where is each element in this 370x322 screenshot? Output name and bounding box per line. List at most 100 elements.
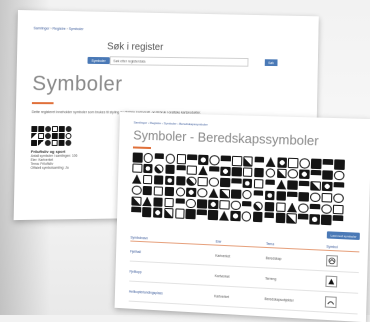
emergency-symbol-icon[interactable] (187, 165, 197, 176)
emergency-symbol-icon[interactable] (185, 209, 196, 220)
emergency-symbol-icon[interactable] (309, 214, 320, 225)
emergency-symbol-icon[interactable] (287, 168, 299, 180)
emergency-symbol-icon[interactable] (209, 155, 220, 166)
emergency-symbol-icon[interactable] (264, 179, 276, 190)
emergency-symbol-icon[interactable] (334, 159, 345, 170)
emergency-symbol-icon[interactable] (309, 203, 321, 214)
emergency-symbol-icon[interactable] (287, 180, 298, 191)
emergency-symbol-icon[interactable] (174, 208, 185, 219)
emergency-symbol-icon[interactable] (242, 167, 253, 178)
emergency-symbol-icon[interactable] (143, 152, 154, 163)
emergency-symbol-icon[interactable] (253, 189, 264, 200)
emergency-symbol-icon[interactable] (208, 177, 219, 188)
emergency-symbol-icon[interactable] (186, 187, 197, 198)
emergency-symbol-icon[interactable] (164, 175, 175, 186)
emergency-symbol-icon[interactable] (332, 204, 344, 215)
emergency-symbol-icon[interactable] (207, 210, 218, 221)
emergency-symbol-icon[interactable] (220, 155, 231, 166)
emergency-symbol-icon[interactable] (254, 156, 265, 167)
emergency-symbol-icon[interactable] (321, 203, 332, 214)
emergency-symbol-icon[interactable] (231, 177, 242, 189)
search-input[interactable]: Søk etter registerdata (109, 56, 249, 67)
emergency-symbol-icon[interactable] (132, 174, 142, 184)
emergency-symbol-icon[interactable] (333, 181, 344, 192)
search-filter-button[interactable]: Symboler (87, 56, 110, 65)
emergency-symbol-icon[interactable] (241, 200, 252, 211)
emergency-symbol-icon[interactable] (298, 214, 309, 225)
emergency-symbol-icon[interactable] (163, 208, 174, 219)
emergency-symbol-icon[interactable] (332, 215, 343, 226)
emergency-symbol-icon[interactable] (299, 180, 310, 191)
emergency-symbol-icon[interactable] (311, 158, 322, 169)
emergency-symbol-icon[interactable] (219, 199, 230, 210)
emergency-symbol-icon[interactable] (152, 207, 163, 218)
emergency-symbol-icon[interactable] (265, 168, 276, 179)
emergency-symbol-icon[interactable] (186, 176, 197, 187)
emergency-symbol-icon[interactable] (176, 164, 186, 175)
emergency-symbol-icon[interactable] (197, 176, 208, 187)
emergency-symbol-icon[interactable] (131, 196, 142, 206)
emergency-symbol-icon[interactable] (275, 213, 286, 224)
emergency-symbol-icon[interactable] (154, 153, 165, 164)
emergency-symbol-icon[interactable] (241, 211, 252, 222)
emergency-symbol-icon[interactable] (310, 180, 321, 192)
emergency-symbol-icon[interactable] (197, 198, 208, 209)
emergency-symbol-icon[interactable] (321, 192, 332, 203)
emergency-symbol-icon[interactable] (197, 187, 208, 198)
emergency-symbol-icon[interactable] (175, 197, 185, 208)
emergency-symbol-icon[interactable] (286, 213, 297, 224)
emergency-symbol-icon[interactable] (253, 201, 264, 212)
breadcrumb-item[interactable]: Samlinger (33, 26, 49, 30)
emergency-symbol-icon[interactable] (230, 200, 241, 211)
emergency-symbol-icon[interactable] (298, 191, 309, 202)
emergency-symbol-icon[interactable] (253, 178, 264, 189)
emergency-symbol-icon[interactable] (154, 164, 164, 175)
emergency-symbol-icon[interactable] (131, 206, 141, 217)
breadcrumb-item[interactable]: Registre (52, 27, 65, 31)
emergency-symbol-icon[interactable] (231, 166, 242, 177)
emergency-symbol-icon[interactable] (230, 211, 241, 222)
emergency-symbol-icon[interactable] (198, 166, 208, 176)
emergency-symbol-icon[interactable] (176, 153, 187, 164)
emergency-symbol-icon[interactable] (187, 154, 198, 165)
emergency-symbol-icon[interactable] (298, 202, 309, 214)
emergency-symbol-icon[interactable] (220, 177, 231, 188)
emergency-symbol-icon[interactable] (196, 209, 207, 220)
emergency-symbol-icon[interactable] (219, 188, 230, 199)
emergency-symbol-icon[interactable] (287, 191, 298, 202)
emergency-symbol-icon[interactable] (142, 185, 153, 196)
emergency-symbol-icon[interactable] (131, 185, 142, 196)
emergency-symbol-icon[interactable] (153, 175, 164, 185)
emergency-symbol-icon[interactable] (165, 153, 176, 164)
emergency-symbol-icon[interactable] (142, 174, 153, 185)
emergency-symbol-icon[interactable] (165, 164, 175, 175)
collection-card[interactable]: Friluftsliv og sport Antall symboler i s… (31, 126, 91, 170)
emergency-symbol-icon[interactable] (275, 190, 287, 201)
emergency-symbol-icon[interactable] (186, 198, 197, 209)
search-button[interactable]: Søk (264, 59, 278, 67)
emergency-symbol-icon[interactable] (243, 156, 254, 167)
emergency-symbol-icon[interactable] (276, 157, 288, 168)
emergency-symbol-icon[interactable] (153, 196, 163, 207)
symbol-name-link[interactable]: Helikopterlandingsplass (128, 281, 215, 306)
emergency-symbol-icon[interactable] (276, 180, 286, 190)
emergency-symbol-icon[interactable] (242, 189, 253, 200)
emergency-symbol-icon[interactable] (132, 163, 143, 174)
emergency-symbol-icon[interactable] (231, 155, 242, 166)
emergency-symbol-icon[interactable] (242, 178, 253, 189)
emergency-symbol-icon[interactable] (220, 166, 231, 177)
emergency-symbol-icon[interactable] (141, 207, 152, 218)
emergency-symbol-icon[interactable] (264, 190, 275, 201)
emergency-symbol-icon[interactable] (333, 193, 344, 204)
emergency-symbol-icon[interactable] (252, 212, 263, 223)
download-symbols-button[interactable]: Last ned symboler (327, 231, 360, 240)
emergency-symbol-icon[interactable] (175, 186, 186, 197)
emergency-symbol-icon[interactable] (253, 167, 265, 178)
emergency-symbol-icon[interactable] (175, 175, 186, 186)
emergency-symbol-icon[interactable] (142, 197, 152, 207)
emergency-symbol-icon[interactable] (143, 163, 153, 174)
emergency-symbol-icon[interactable] (288, 157, 299, 168)
emergency-symbol-icon[interactable] (153, 186, 164, 196)
emergency-symbol-icon[interactable] (299, 158, 310, 169)
emergency-symbol-icon[interactable] (322, 158, 333, 170)
